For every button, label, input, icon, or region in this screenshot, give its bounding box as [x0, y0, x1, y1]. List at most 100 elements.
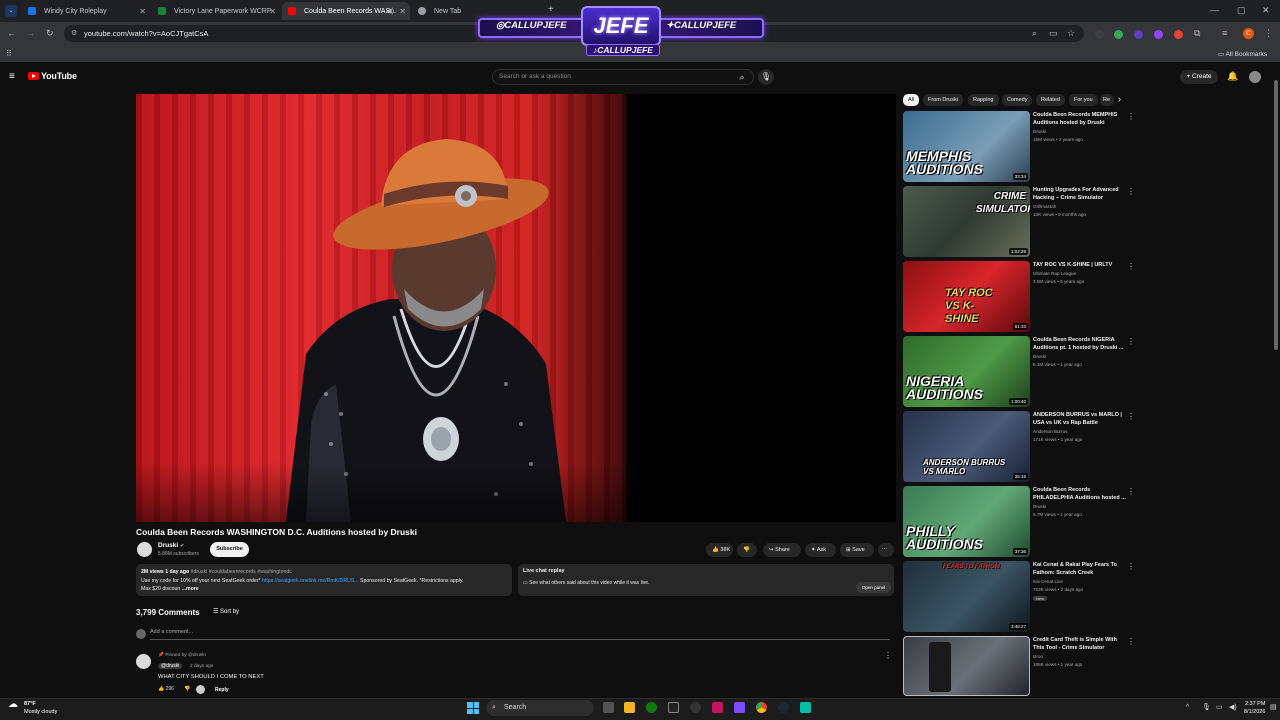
- save-button[interactable]: ⊞ Save: [840, 543, 874, 557]
- xbox-icon[interactable]: [646, 702, 657, 713]
- tray-monitor-icon[interactable]: ▭: [1216, 704, 1223, 711]
- media-icon[interactable]: ≡: [1222, 29, 1227, 38]
- reload-icon[interactable]: ↻: [46, 29, 54, 38]
- rec-channel[interactable]: Kai Cenat Live: [1033, 579, 1063, 584]
- recommendation-item[interactable]: TAY ROC VS K-SHINE 51:33 TAY ROC VS K-SH…: [903, 261, 1138, 333]
- zoom-icon[interactable]: ⌕: [1032, 29, 1037, 38]
- extension-icon[interactable]: [1095, 30, 1104, 39]
- create-button[interactable]: + Create: [1180, 70, 1218, 84]
- close-icon[interactable]: ✕: [399, 7, 406, 16]
- apps-icon[interactable]: ⠿: [6, 50, 12, 58]
- recommendation-item[interactable]: MEMPHIS AUDITIONS 33:34 Coulda Been Reco…: [903, 111, 1138, 183]
- mic-icon[interactable]: 🎙: [758, 69, 774, 85]
- chip-partial[interactable]: Re: [1100, 94, 1114, 106]
- app-icon[interactable]: [690, 702, 701, 713]
- rec-channel[interactable]: Grillmastah: [1033, 204, 1056, 209]
- tray-chevron-icon[interactable]: ^: [1186, 704, 1189, 711]
- account-avatar[interactable]: [1249, 71, 1261, 83]
- tab-search-icon[interactable]: ⌄: [5, 5, 17, 17]
- profile-avatar[interactable]: C: [1243, 28, 1254, 39]
- add-comment-input[interactable]: Add a comment...: [150, 629, 890, 640]
- all-bookmarks[interactable]: ▭ All Bookmarks: [1218, 50, 1267, 58]
- search-icon[interactable]: ⌕: [732, 70, 752, 84]
- app-icon[interactable]: [800, 702, 811, 713]
- recommendation-item[interactable]: PHILLY AUDITIONS 37:36 Coulda Been Recor…: [903, 486, 1138, 558]
- close-icon[interactable]: ✕: [139, 7, 146, 16]
- sort-by-button[interactable]: ☰ Sort by: [213, 608, 239, 615]
- tray-mic-icon[interactable]: 🎙: [1202, 704, 1211, 711]
- subscribe-button[interactable]: Subscribe: [210, 542, 249, 557]
- tab-youtube-video[interactable]: Coulda Been Records WAS... ◀) ✕: [282, 2, 410, 20]
- more-actions-button[interactable]: ⋯: [878, 543, 894, 557]
- youtube-logo[interactable]: YouTube: [28, 71, 77, 81]
- forward-icon[interactable]: →: [26, 29, 35, 38]
- audio-icon[interactable]: ◀): [386, 7, 394, 15]
- chip-comedy[interactable]: Comedy: [1002, 94, 1033, 106]
- page-scrollbar[interactable]: [1272, 66, 1280, 698]
- app-icon[interactable]: [734, 702, 745, 713]
- rec-channel[interactable]: Druski: [1033, 354, 1046, 359]
- ask-button[interactable]: ✦ Ask: [805, 543, 836, 557]
- chip-all[interactable]: All: [903, 94, 920, 106]
- rec-title[interactable]: Kai Cenat & Rakai Play Fears To Fathom: …: [1033, 562, 1128, 577]
- more-icon[interactable]: ⋮: [1127, 112, 1135, 121]
- video-player[interactable]: [136, 94, 896, 522]
- rec-title[interactable]: Coulda Been Records MEMPHIS Auditions ho…: [1033, 112, 1128, 127]
- video-thumbnail[interactable]: [903, 636, 1030, 696]
- more-icon[interactable]: ⋮: [1127, 337, 1135, 346]
- window-close-icon[interactable]: ✕: [1262, 6, 1270, 15]
- chip-for-you[interactable]: For you: [1069, 94, 1098, 106]
- recommendation-item[interactable]: CRIME SIMULATOR 1:02:29 Hunting Upgrades…: [903, 186, 1138, 258]
- taskbar-search[interactable]: ⌕ Search: [486, 700, 594, 716]
- chip-related[interactable]: Related: [1036, 94, 1065, 106]
- channel-name[interactable]: Druski ✔: [158, 542, 184, 549]
- maximize-icon[interactable]: ▢: [1237, 6, 1246, 15]
- video-thumbnail[interactable]: FEARS TO FATHOM 3:48:27: [903, 561, 1030, 632]
- comment-reply-button[interactable]: Reply: [215, 687, 229, 693]
- task-view-icon[interactable]: [603, 702, 614, 713]
- chip-rapping[interactable]: Rapping: [968, 94, 999, 106]
- comment-more-icon[interactable]: ⋮: [884, 651, 892, 660]
- recommendation-item[interactable]: NIGERIA AUDITIONS 1:00:40 Coulda Been Re…: [903, 336, 1138, 408]
- recommendation-item[interactable]: FEARS TO FATHOM 3:48:27 Kai Cenat & Raka…: [903, 561, 1138, 633]
- rec-title[interactable]: Credit Card Theft is Simple With This To…: [1033, 637, 1128, 652]
- app-icon[interactable]: [668, 702, 679, 713]
- description-more[interactable]: ...more: [182, 586, 199, 592]
- tab-victory-lane[interactable]: Victory Lane Paperwork WCRP ✕: [152, 2, 280, 20]
- tray-volume-icon[interactable]: ◀): [1229, 704, 1237, 711]
- rec-title[interactable]: ANDERSON BURRUS vs MARLO | USA vs UK vs …: [1033, 412, 1128, 427]
- start-icon[interactable]: [467, 702, 479, 714]
- like-button[interactable]: 👍 38K: [706, 543, 733, 557]
- comment-dislike-icon[interactable]: 👎: [184, 686, 190, 692]
- channel-avatar[interactable]: [137, 542, 152, 557]
- app-icon[interactable]: [712, 702, 723, 713]
- more-icon[interactable]: ⋮: [1127, 262, 1135, 271]
- chips-next-icon[interactable]: ›: [1118, 94, 1121, 104]
- description-tags[interactable]: #druski #couldabeenrecords #washingtondc: [191, 569, 292, 575]
- chip-from-druski[interactable]: From Druski: [923, 94, 963, 106]
- comment-avatar[interactable]: [136, 654, 151, 669]
- taskbar-clock[interactable]: 2:37 PM 8/1/2026: [1244, 700, 1265, 716]
- description-box[interactable]: 2M views 1 day ago #druski #couldabeenre…: [136, 564, 512, 596]
- scrollbar-thumb[interactable]: [1274, 80, 1278, 350]
- more-icon[interactable]: ⋮: [1127, 412, 1135, 421]
- close-icon[interactable]: ✕: [269, 7, 276, 16]
- minimize-icon[interactable]: —: [1210, 6, 1219, 15]
- video-thumbnail[interactable]: NIGERIA AUDITIONS 1:00:40: [903, 336, 1030, 407]
- description-link[interactable]: https://seatgeek.onelink.me/RmK/DRUS...: [262, 578, 359, 584]
- extension-icon[interactable]: [1174, 30, 1183, 39]
- notifications-icon[interactable]: 🔔: [1227, 72, 1238, 81]
- rec-title[interactable]: Coulda Been Records PHILADELPHIA Auditio…: [1033, 487, 1128, 502]
- extension-icon[interactable]: [1114, 30, 1123, 39]
- tab-windy-city[interactable]: Windy City Roleplay ✕: [22, 2, 150, 20]
- tab-new-tab[interactable]: New Tab: [412, 2, 472, 20]
- share-button[interactable]: ↪ Share: [763, 543, 801, 557]
- back-icon[interactable]: ←: [7, 29, 16, 38]
- site-info-icon[interactable]: ⚙: [71, 25, 77, 42]
- video-thumbnail[interactable]: TAY ROC VS K-SHINE 51:33: [903, 261, 1030, 332]
- extension-icon[interactable]: [1154, 30, 1163, 39]
- notifications-center-icon[interactable]: ▤: [1270, 704, 1277, 711]
- video-thumbnail[interactable]: ANDERSON BURRUS VS MARLO 35:16: [903, 411, 1030, 482]
- rec-title[interactable]: TAY ROC VS K-SHINE | URLTV: [1033, 262, 1128, 270]
- comment-like-button[interactable]: 👍 296: [158, 686, 174, 692]
